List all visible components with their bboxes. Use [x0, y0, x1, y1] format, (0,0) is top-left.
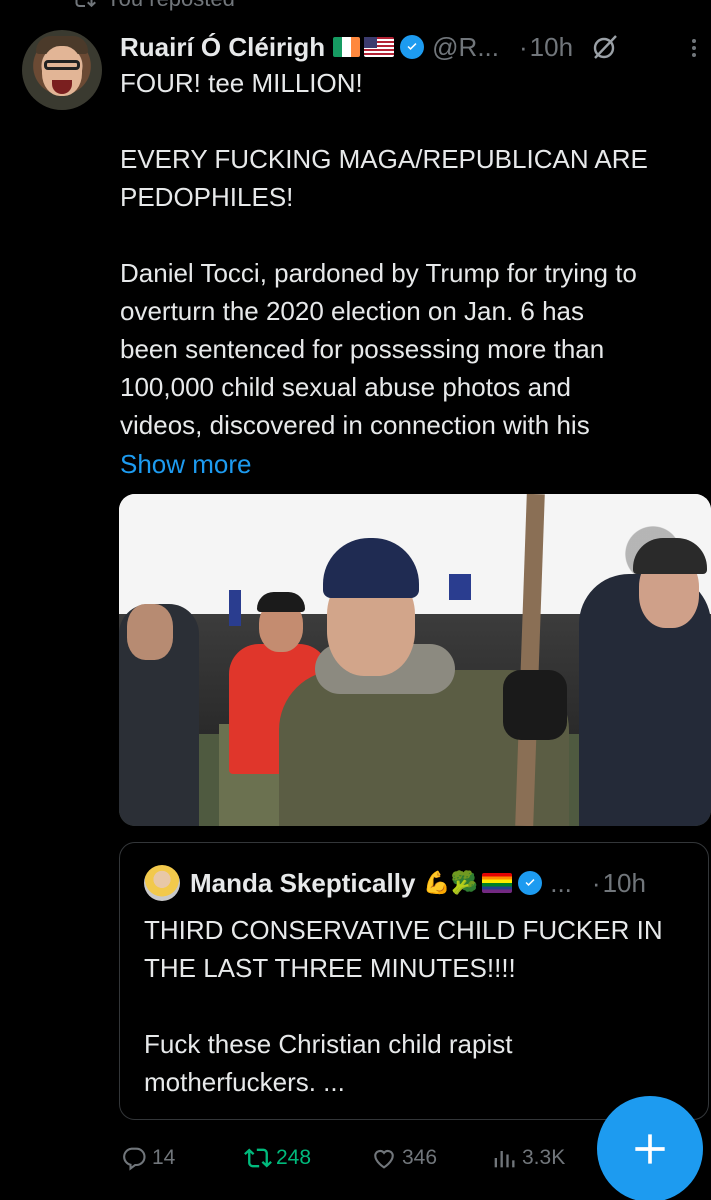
quoted-author-name: Manda Skeptically: [190, 867, 416, 898]
media-glove: [503, 670, 567, 740]
quoted-author-avatar: [144, 865, 180, 901]
compose-button[interactable]: [597, 1096, 703, 1200]
quoted-post-time: 10h: [602, 867, 646, 898]
quoted-text-line: THE LAST THREE MINUTES!!!!: [144, 953, 516, 983]
repost-banner-label: You reposted: [106, 0, 235, 12]
quoted-post-header: Manda Skeptically 💪🥦 ... · 10h: [144, 865, 646, 901]
post-text-line: PEDOPHILES!: [120, 182, 294, 212]
heart-icon: [374, 1149, 394, 1169]
post-text-gap: [120, 102, 710, 140]
quoted-text-line: motherfuckers. ...: [144, 1067, 345, 1097]
author-name[interactable]: Ruairí Ó Cléirigh: [120, 32, 325, 63]
post-text-line: overturn the 2020 election on Jan. 6 has: [120, 296, 584, 326]
post-text-line: videos, discovered in connection with hi…: [120, 410, 590, 440]
us-flag-icon: [364, 37, 395, 57]
post-text-line: FOUR! tee MILLION!: [120, 68, 363, 98]
media-person-hat: [257, 592, 305, 612]
repost-icon: [244, 1148, 272, 1168]
ireland-flag-icon: [333, 37, 361, 57]
views-count: 3.3K: [522, 1146, 566, 1169]
quoted-author-handle: ...: [550, 867, 572, 898]
post-text-gap: [120, 216, 710, 254]
repost-banner[interactable]: You reposted: [72, 0, 235, 12]
post-text-line: been sentenced for possessing more than: [120, 334, 605, 364]
quoted-text-gap: [144, 987, 694, 1025]
post-text-line: 100,000 child sexual abuse photos and: [120, 372, 572, 402]
author-avatar[interactable]: [22, 30, 102, 110]
repost-icon: [75, 0, 96, 8]
quoted-text-line: THIRD CONSERVATIVE CHILD FUCKER IN: [144, 915, 663, 945]
reply-button[interactable]: 14: [120, 1138, 175, 1178]
author-handle[interactable]: @R...: [432, 32, 499, 63]
post-header: Ruairí Ó Cléirigh @R... · 10h: [120, 28, 619, 66]
quoted-post-text: THIRD CONSERVATIVE CHILD FUCKER IN THE L…: [144, 911, 694, 1101]
quoted-author-emojis: 💪🥦: [423, 870, 479, 895]
quoted-separator: ·: [591, 867, 601, 898]
reply-icon: [123, 1147, 146, 1171]
views-icon: [494, 1151, 515, 1168]
post-actions: 14 248 346 3.3K: [120, 1138, 600, 1178]
compose-plus-icon: [635, 1134, 665, 1164]
avatar-glasses: [44, 60, 80, 70]
post-text: FOUR! tee MILLION! EVERY FUCKING MAGA/RE…: [120, 64, 710, 444]
views-button[interactable]: 3.3K: [490, 1138, 565, 1178]
post-text-line: EVERY FUCKING MAGA/REPUBLICAN ARE: [120, 144, 648, 174]
verified-badge-icon: [400, 35, 425, 59]
post-text-line: Daniel Tocci, pardoned by Trump for tryi…: [120, 258, 637, 288]
media-flag: [449, 574, 471, 600]
repost-count: 248: [276, 1146, 312, 1169]
rainbow-flag-icon: [482, 873, 513, 893]
header-separator: ·: [519, 31, 528, 62]
more-icon[interactable]: [682, 36, 706, 60]
post-time[interactable]: 10h: [530, 32, 573, 63]
quoted-text-line: Fuck these Christian child rapist: [144, 1029, 513, 1059]
quoted-post[interactable]: Manda Skeptically 💪🥦 ... · 10h THIRD CON…: [119, 842, 709, 1120]
media-flag: [229, 590, 241, 626]
post-media-image[interactable]: [119, 494, 711, 826]
timeline-page: You reposted Ruairí Ó Cléirigh @R... · 1…: [0, 0, 711, 1200]
like-count: 346: [402, 1146, 438, 1169]
reply-count: 14: [152, 1146, 176, 1169]
repost-button[interactable]: 248: [244, 1138, 311, 1178]
media-person-head: [127, 604, 173, 660]
grok-icon[interactable]: [591, 33, 619, 61]
show-more-link[interactable]: Show more: [120, 445, 252, 483]
verified-badge-icon: [518, 871, 543, 895]
like-button[interactable]: 346: [370, 1138, 437, 1178]
